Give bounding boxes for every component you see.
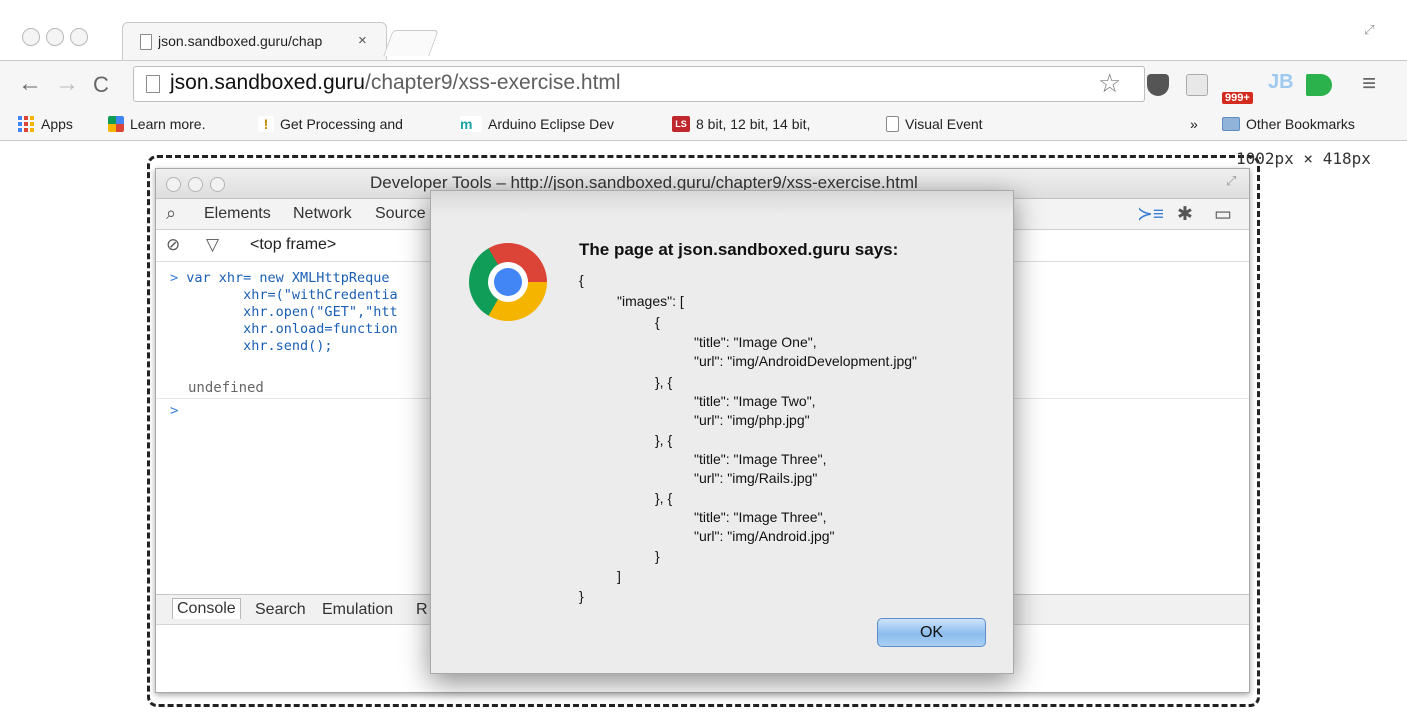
console-code: xhr=("withCredentia (186, 287, 398, 303)
chrome-logo-icon (469, 243, 547, 321)
linkedin-icon[interactable] (1186, 74, 1208, 96)
drawer-tab-console[interactable]: Console (172, 598, 241, 619)
bookmark-8bit[interactable]: LS 8 bit, 12 bit, 14 bit, (672, 113, 850, 135)
devtools-zoom-button[interactable] (210, 177, 225, 192)
devtools-close-button[interactable] (166, 177, 181, 192)
console-prompt: > (170, 270, 187, 286)
alert-message-line: }, { (655, 432, 673, 448)
fullscreen-icon[interactable]: ⤢ (1226, 173, 1236, 189)
tab-sources[interactable]: Source (375, 205, 426, 223)
drawer-tab-rendering[interactable]: R (416, 601, 428, 619)
gear-icon[interactable]: ✱ (1177, 203, 1193, 226)
ok-button[interactable]: OK (877, 618, 986, 647)
rss-badge: 999+ (1222, 92, 1253, 104)
drawer-tab-emulation[interactable]: Emulation (322, 601, 393, 619)
page-icon (886, 116, 899, 132)
alert-message-line: }, { (655, 374, 673, 390)
arduino-icon: m (460, 116, 482, 132)
tab-title: json.sandboxed.guru/chap (158, 33, 323, 49)
minimize-window-button[interactable] (46, 28, 64, 46)
dock-icon[interactable]: ▭ (1214, 203, 1232, 226)
alert-message-line: "title": "Image Two", (694, 393, 816, 409)
pushbullet-icon[interactable] (1306, 74, 1332, 96)
console-line: xhr.send(); (170, 338, 398, 355)
bookmark-label: Learn more. (130, 116, 206, 132)
pocket-icon[interactable] (1147, 74, 1169, 96)
bookmark-label: 8 bit, 12 bit, 14 bit, (696, 116, 811, 132)
other-bookmarks-label: Other Bookmarks (1246, 116, 1355, 132)
bookmarks-overflow-button[interactable]: » (1190, 113, 1198, 135)
alert-message-line: { (579, 272, 584, 288)
bookmark-processing[interactable]: ! Get Processing and (258, 113, 430, 135)
bookmark-apps[interactable]: Apps (18, 113, 73, 135)
clear-console-icon[interactable]: ⊘ (166, 235, 180, 255)
console-code: var xhr= new XMLHttpReque (186, 270, 390, 286)
bookmark-label: Visual Event (905, 116, 983, 132)
forward-arrow-icon[interactable]: → (55, 70, 79, 98)
other-bookmarks[interactable]: Other Bookmarks (1222, 113, 1355, 135)
drawer-tab-search[interactable]: Search (255, 601, 306, 619)
bookmark-label: Arduino Eclipse Dev (488, 116, 615, 132)
console-line: xhr.open("GET","htt (170, 304, 398, 321)
url-text[interactable]: json.sandboxed.guru/chapter9/xss-exercis… (170, 71, 621, 95)
bookmark-arduino[interactable]: m Arduino Eclipse Dev (460, 113, 651, 135)
alert-message-line: "url": "img/php.jpg" (694, 412, 810, 428)
alert-message-line: "title": "Image Three", (694, 509, 827, 525)
console-code: xhr.onload=function (186, 321, 398, 337)
close-window-button[interactable] (22, 28, 40, 46)
puzzle-icon (108, 116, 124, 132)
reload-icon[interactable]: C (93, 72, 109, 98)
alert-message-line: } (579, 588, 584, 604)
fullscreen-icon[interactable]: ⤢ (1364, 22, 1374, 38)
console-input-block: > var xhr= new XMLHttpReque xhr=("withCr… (170, 270, 398, 355)
zoom-window-button[interactable] (70, 28, 88, 46)
alert-message-line: "url": "img/Rails.jpg" (694, 470, 818, 486)
page-icon (146, 75, 160, 93)
bookmark-star-icon[interactable]: ☆ (1098, 68, 1121, 99)
viewport-size-label: 1002px × 418px (1236, 149, 1371, 168)
ls-icon: LS (672, 116, 690, 132)
alert-message-line: "url": "img/AndroidDevelopment.jpg" (694, 353, 917, 369)
search-icon[interactable]: ⌕ (166, 203, 176, 224)
alert-message-line: "url": "img/Android.jpg" (694, 528, 835, 544)
alert-message-line: "images": [ (617, 293, 684, 309)
bookmark-learn-more[interactable]: Learn more. (108, 113, 205, 135)
console-drawer-icon[interactable]: ≻≡ (1137, 203, 1164, 226)
bookmark-visual-event[interactable]: Visual Event (886, 113, 983, 135)
alert-message-line: "title": "Image One", (694, 334, 817, 350)
devtools-minimize-button[interactable] (188, 177, 203, 192)
bookmark-label: Apps (41, 116, 73, 132)
tab-close-icon[interactable]: × (358, 32, 367, 49)
alert-title: The page at json.sandboxed.guru says: (579, 240, 899, 259)
alert-message-line: }, { (655, 490, 673, 506)
console-line: > var xhr= new XMLHttpReque (170, 270, 398, 287)
console-code: xhr.open("GET","htt (186, 304, 398, 320)
back-arrow-icon[interactable]: ← (18, 70, 42, 98)
menu-icon[interactable]: ≡ (1362, 70, 1376, 98)
processing-icon: ! (258, 116, 274, 132)
console-line: xhr.onload=function (170, 321, 398, 338)
apps-grid-icon (18, 116, 34, 132)
console-input-prompt[interactable]: > (170, 403, 178, 419)
alert-message-line: { (655, 314, 660, 330)
alert-message-line: ] (617, 568, 621, 584)
console-line: xhr=("withCredentia (170, 287, 398, 304)
tab-network[interactable]: Network (293, 205, 352, 223)
filter-icon[interactable]: ▽ (206, 235, 219, 255)
jetbrains-icon[interactable]: JB (1268, 71, 1294, 93)
frame-selector[interactable]: <top frame> (250, 236, 336, 254)
alert-message-line: "title": "Image Three", (694, 451, 827, 467)
url-path: /chapter9/xss-exercise.html (364, 71, 621, 94)
alert-dialog-header (431, 191, 1013, 215)
bookmark-label: Get Processing and (280, 116, 403, 132)
url-host: json.sandboxed.guru (170, 71, 365, 94)
console-code: xhr.send(); (186, 338, 333, 354)
new-tab-button[interactable] (383, 30, 439, 56)
folder-icon (1222, 117, 1240, 131)
alert-message-line: } (655, 548, 660, 564)
console-result: undefined (188, 380, 264, 396)
page-icon (140, 34, 152, 50)
tab-elements[interactable]: Elements (204, 205, 271, 223)
